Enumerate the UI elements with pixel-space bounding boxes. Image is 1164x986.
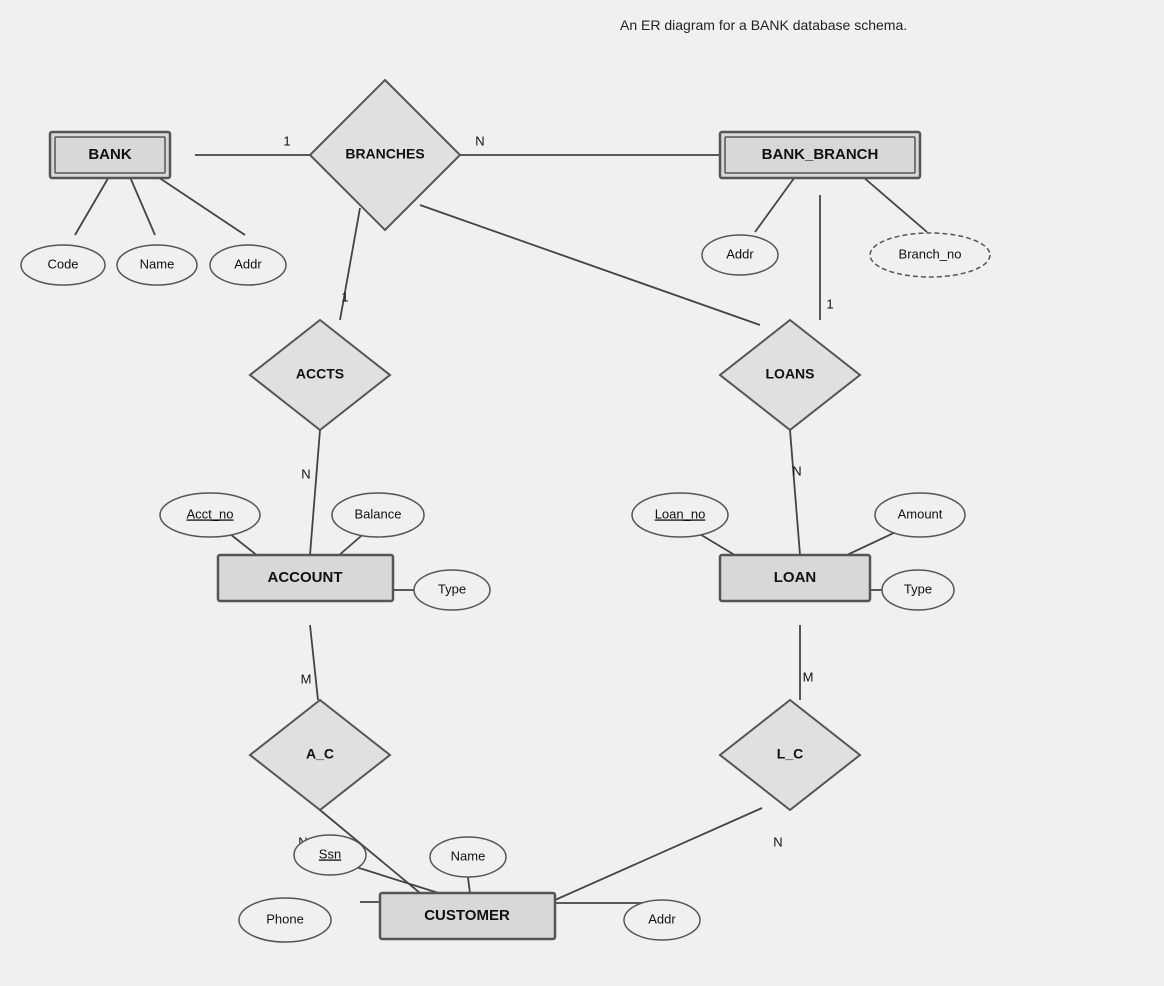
account-type-label: Type: [438, 581, 466, 596]
balance-label: Balance: [355, 506, 402, 521]
acct-no-label: Acct_no: [187, 506, 234, 521]
bank-branch-entity-label: BANK_BRANCH: [762, 146, 879, 163]
er-diagram: An ER diagram for a BANK database schema…: [0, 0, 1164, 986]
loan-no-label: Loan_no: [655, 506, 706, 521]
card-branches-accts: 1: [341, 289, 348, 304]
loan-type-label: Type: [904, 581, 932, 596]
card-bankbranch-loans: 1: [826, 296, 833, 311]
card-loan-lc: M: [803, 669, 814, 684]
card-lc-customer: N: [773, 834, 782, 849]
accts-relation-label: ACCTS: [296, 366, 344, 382]
card-bank-branches: 1: [283, 133, 290, 148]
ac-relation-label: A_C: [306, 746, 334, 762]
bank-name-label: Name: [140, 256, 175, 271]
cust-addr-label: Addr: [648, 911, 676, 926]
bank-entity-label: BANK: [88, 146, 131, 163]
account-entity-label: ACCOUNT: [268, 569, 343, 586]
card-accts-account: N: [301, 466, 310, 481]
branches-relation-label: BRANCHES: [345, 146, 424, 162]
bb-addr-label: Addr: [726, 246, 754, 261]
card-loans-loan: N: [792, 463, 801, 478]
bb-branchno-label: Branch_no: [899, 246, 962, 261]
caption-text: An ER diagram for a BANK database schema…: [620, 17, 907, 33]
bank-addr-label: Addr: [234, 256, 262, 271]
customer-entity-label: CUSTOMER: [424, 907, 510, 924]
card-account-ac: M: [301, 671, 312, 686]
lc-relation-label: L_C: [777, 746, 803, 762]
card-branches-bankbranch: N: [475, 133, 484, 148]
loan-entity-label: LOAN: [774, 569, 817, 586]
bank-code-label: Code: [47, 256, 78, 271]
cust-name-label: Name: [451, 848, 486, 863]
cust-phone-label: Phone: [266, 911, 304, 926]
ssn-label: Ssn: [319, 846, 341, 861]
amount-label: Amount: [898, 506, 943, 521]
loans-relation-label: LOANS: [766, 366, 815, 382]
